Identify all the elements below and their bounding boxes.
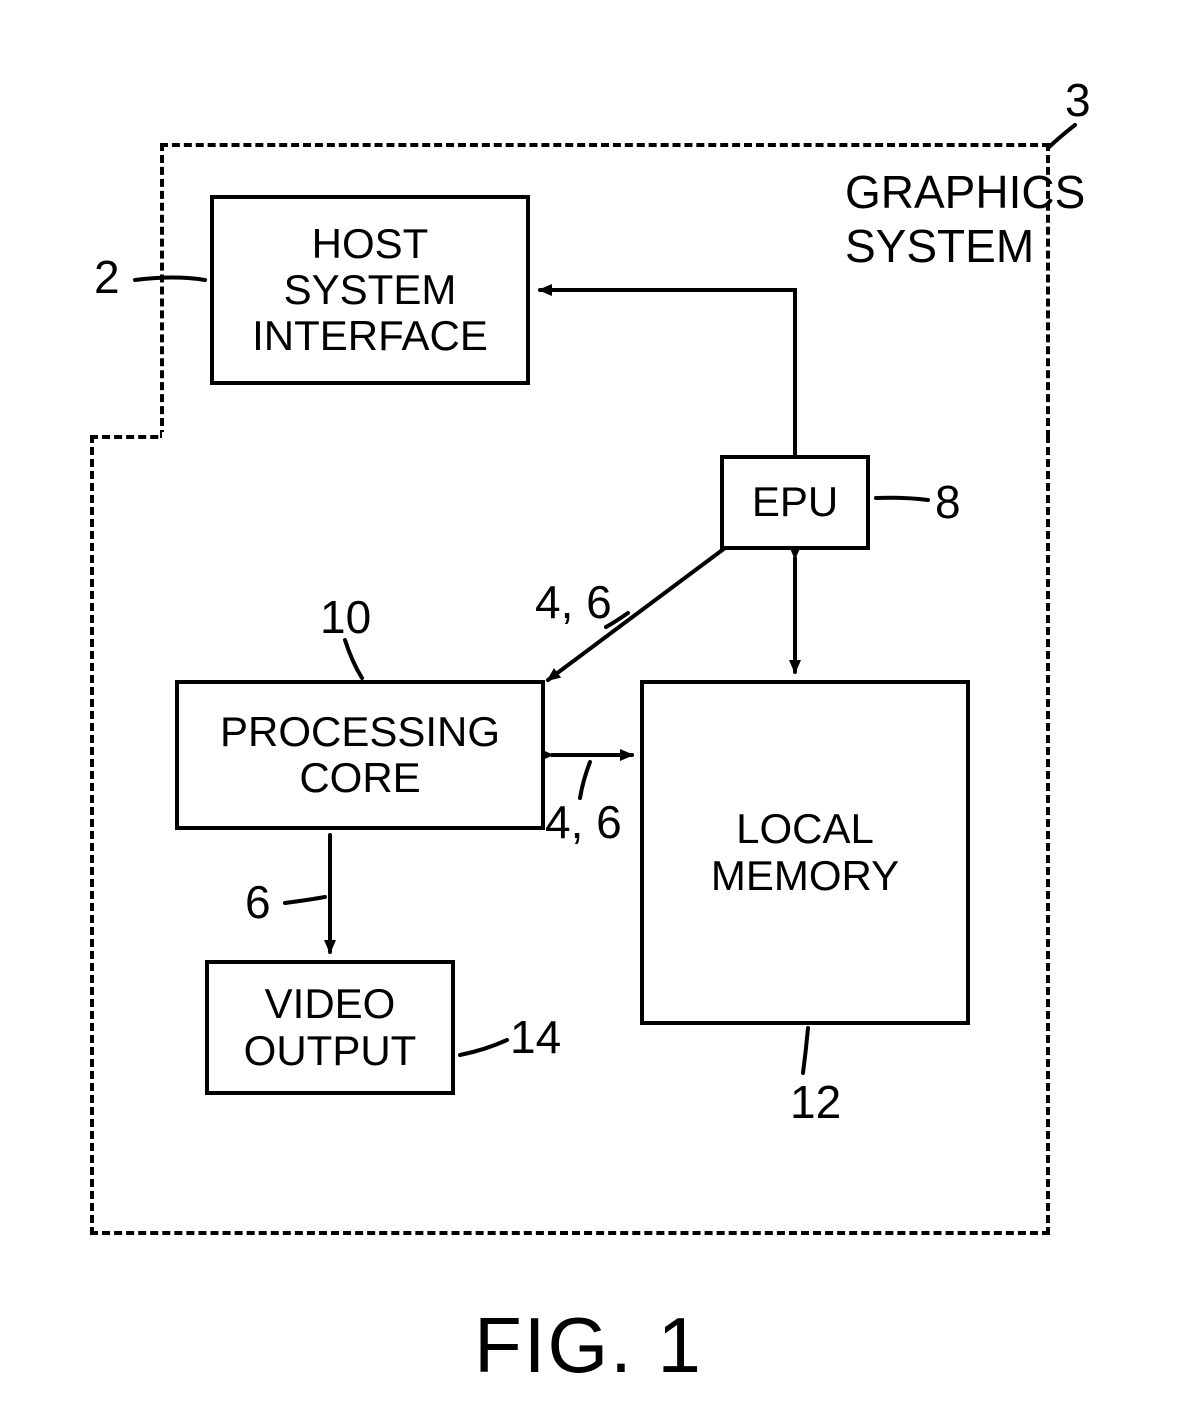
processing-core-box: PROCESSING CORE (175, 680, 545, 830)
video-output-box: VIDEO OUTPUT (205, 960, 455, 1095)
local-memory-box: LOCAL MEMORY (640, 680, 970, 1025)
diagram-canvas: HOST SYSTEM INTERFACE EPU PROCESSING COR… (0, 0, 1177, 1425)
host-system-interface-box: HOST SYSTEM INTERFACE (210, 195, 530, 385)
epu-box: EPU (720, 455, 870, 550)
